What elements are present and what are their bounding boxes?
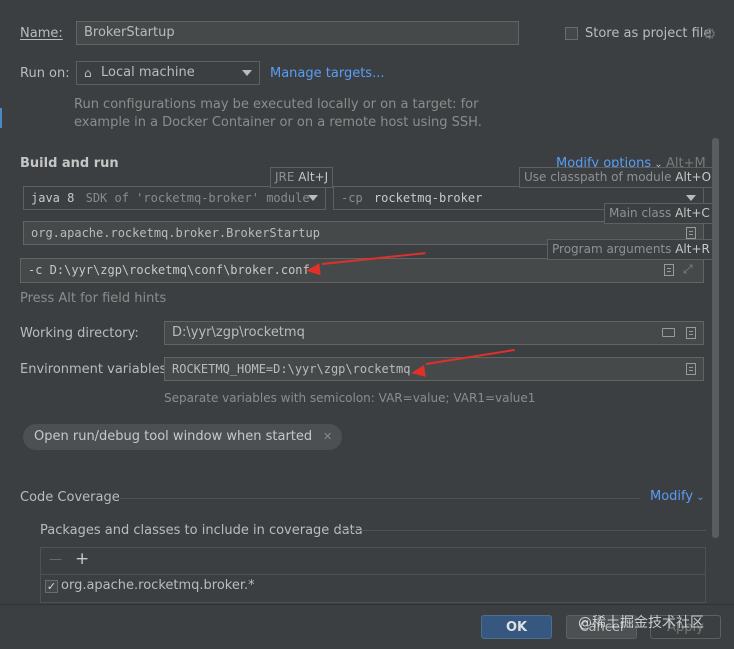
main-class-hint-text: Main class [609, 206, 676, 220]
open-tool-window-label: Open run/debug tool window when started [34, 429, 313, 444]
coverage-entry-label: org.apache.rocketmq.broker.* [61, 578, 255, 593]
environment-variables-label: Environment variables: [20, 362, 171, 377]
program-arguments-hint-text: Program arguments [552, 242, 676, 256]
working-directory-label: Working directory: [20, 326, 139, 341]
store-project-file-checkbox[interactable] [565, 27, 578, 40]
gear-icon[interactable]: ⚙ [703, 25, 716, 43]
jre-hint: JRE Alt+J [270, 167, 334, 188]
coverage-list-separator [41, 574, 705, 575]
chevron-down-icon [686, 195, 696, 201]
program-arguments-hint: Program arguments Alt+R [547, 239, 715, 260]
vertical-scrollbar[interactable] [712, 138, 719, 538]
remove-icon[interactable]: — [49, 552, 62, 567]
edit-directory-icon[interactable] [686, 327, 696, 339]
program-arguments-input[interactable]: -c D:\yyr\zgp\rocketmq\conf\broker.conf [20, 258, 704, 283]
ok-button[interactable]: OK [481, 615, 552, 639]
run-on-description-line2: example in a Docker Container or on a re… [74, 115, 482, 130]
coverage-packages-label: Packages and classes to include in cover… [40, 523, 363, 538]
classpath-hint-text: Use classpath of module [524, 170, 676, 184]
run-on-target-value: Local machine [101, 65, 195, 80]
annotation-arrow-head [305, 263, 321, 277]
browse-main-class-icon[interactable] [686, 227, 696, 239]
main-class-hint-shortcut: Alt+C [675, 206, 710, 220]
folder-icon[interactable] [662, 328, 675, 337]
cp-flag: -cp [341, 191, 363, 205]
main-class-hint: Main class Alt+C [604, 203, 715, 224]
program-arguments-hint-shortcut: Alt+R [675, 242, 710, 256]
manage-targets-link[interactable]: Manage targets... [270, 66, 384, 81]
chevron-down-icon [242, 70, 252, 76]
run-on-description-line1: Run configurations may be executed local… [74, 97, 479, 112]
jre-hint-text: JRE [275, 170, 299, 184]
code-coverage-title: Code Coverage [20, 490, 120, 505]
code-coverage-modify-link[interactable]: Modify ⌄ [650, 489, 705, 504]
run-on-target-select[interactable]: ⌂ Local machine [76, 61, 260, 85]
name-input[interactable]: BrokerStartup [76, 21, 519, 45]
coverage-packages-separator [338, 530, 706, 531]
left-gutter-marker [0, 108, 2, 128]
add-icon-glyph: + [75, 549, 90, 569]
name-label: Name: [20, 26, 63, 41]
edit-arguments-icon[interactable] [664, 264, 674, 276]
store-project-file-label[interactable]: Store as project file [585, 26, 711, 41]
add-icon[interactable]: + [75, 549, 89, 569]
jre-hint-shortcut: Alt+J [298, 170, 329, 184]
chevron-down-icon: ⌄ [693, 492, 705, 503]
jdk-suffix: SDK of 'rocketmq-broker' module [85, 191, 310, 205]
code-coverage-separator [120, 498, 640, 499]
run-on-label: Run on: [20, 66, 70, 81]
chevron-down-icon [308, 195, 318, 201]
jdk-select[interactable]: java 8 SDK of 'rocketmq-broker' module [23, 186, 326, 210]
watermark: @稀土掘金技术社区 [578, 615, 704, 631]
expand-icon[interactable]: ⤢ [683, 262, 693, 277]
code-coverage-modify-label: Modify [650, 489, 694, 504]
field-hints-note: Press Alt for field hints [20, 291, 167, 306]
edit-environment-icon[interactable] [686, 363, 696, 375]
classpath-hint: Use classpath of module Alt+O [519, 167, 717, 188]
home-icon: ⌂ [84, 66, 92, 80]
annotation-arrow-head [410, 364, 426, 380]
environment-variables-note: Separate variables with semicolon: VAR=v… [164, 391, 536, 405]
cp-module: rocketmq-broker [373, 191, 483, 205]
close-icon[interactable]: ✕ [323, 424, 332, 450]
open-tool-window-tag[interactable]: Open run/debug tool window when started … [23, 424, 343, 450]
jdk-value: java 8 [31, 191, 75, 205]
bottom-separator [0, 604, 734, 605]
coverage-list-panel: — + ✓ org.apache.rocketmq.broker.* [40, 547, 706, 603]
working-directory-input[interactable]: D:\yyr\zgp\rocketmq [164, 321, 704, 345]
coverage-entry-checkbox[interactable]: ✓ [45, 580, 58, 593]
build-and-run-title: Build and run [20, 156, 119, 171]
classpath-hint-shortcut: Alt+O [675, 170, 712, 184]
